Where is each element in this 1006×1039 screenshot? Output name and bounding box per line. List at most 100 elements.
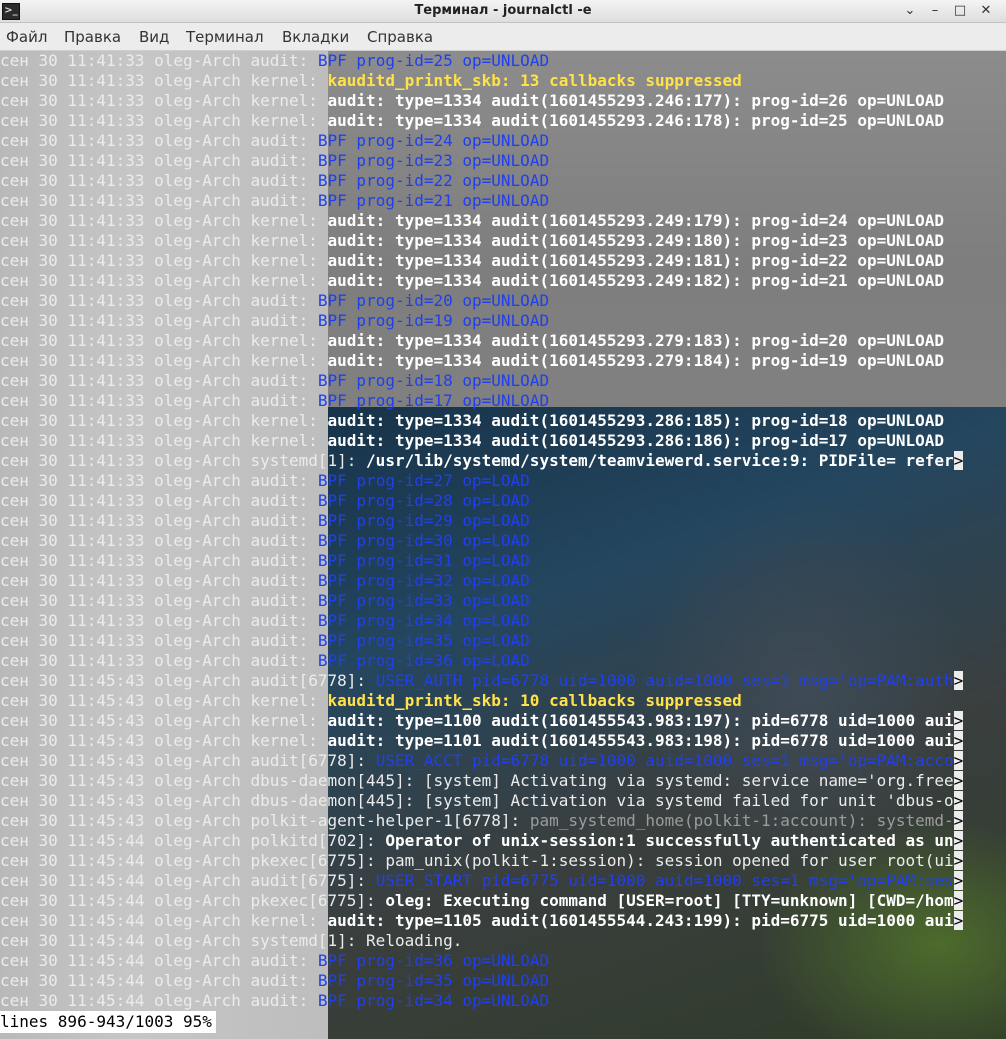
- log-line-message: audit: type=1105 audit(1601455544.243:19…: [327, 911, 954, 930]
- log-line-message: BPF prog-id=25 op=UNLOAD: [317, 51, 550, 70]
- log-line-prefix: сен 30 11:41:33 oleg-Arch kernel:: [0, 91, 328, 110]
- log-line-prefix: сен 30 11:41:33 oleg-Arch audit:: [0, 611, 318, 630]
- log-line-message: BPF prog-id=19 op=UNLOAD: [317, 311, 550, 330]
- terminal-view[interactable]: сен 30 11:41:33 oleg-Arch audit: BPF pro…: [0, 51, 1006, 1039]
- log-line-message: BPF prog-id=23 op=UNLOAD: [317, 151, 550, 170]
- log-line-prefix: сен 30 11:45:44 oleg-Arch audit[6775]:: [0, 871, 376, 890]
- log-line-prefix: сен 30 11:45:43 oleg-Arch kernel:: [0, 711, 328, 730]
- log-line-prefix: сен 30 11:41:33 oleg-Arch audit:: [0, 51, 318, 70]
- log-line-message: USER_START pid=6775 uid=1000 auid=1000 s…: [375, 871, 954, 890]
- line-truncated-marker: >: [953, 831, 964, 850]
- log-line-prefix: сен 30 11:45:43 oleg-Arch audit[6778]:: [0, 751, 376, 770]
- log-line-prefix: сен 30 11:41:33 oleg-Arch audit:: [0, 551, 318, 570]
- window-menu-icon[interactable]: ⌄: [900, 1, 920, 21]
- log-line: сен 30 11:41:33 oleg-Arch audit: BPF pro…: [0, 511, 1006, 531]
- log-line-prefix: сен 30 11:41:33 oleg-Arch audit:: [0, 511, 318, 530]
- log-line-prefix: сен 30 11:41:33 oleg-Arch audit:: [0, 311, 318, 330]
- log-line-prefix: сен 30 11:45:44 oleg-Arch polkitd[702]:: [0, 831, 386, 850]
- log-line: сен 30 11:45:44 oleg-Arch audit: BPF pro…: [0, 991, 1006, 1011]
- log-line: сен 30 11:45:43 oleg-Arch dbus-daemon[44…: [0, 791, 1006, 811]
- log-line: сен 30 11:41:33 oleg-Arch audit: BPF pro…: [0, 571, 1006, 591]
- log-line-prefix: сен 30 11:45:44 oleg-Arch systemd[1]:: [0, 931, 367, 950]
- log-line-message: audit: type=1100 audit(1601455543.983:19…: [327, 711, 954, 730]
- menu-edit[interactable]: Правка: [64, 28, 121, 46]
- log-line-message: audit: type=1334 audit(1601455293.249:17…: [327, 211, 945, 230]
- minimize-icon[interactable]: –: [925, 1, 945, 21]
- log-line-prefix: сен 30 11:41:33 oleg-Arch audit:: [0, 291, 318, 310]
- log-line-prefix: сен 30 11:41:33 oleg-Arch audit:: [0, 491, 318, 510]
- log-line-prefix: сен 30 11:41:33 oleg-Arch kernel:: [0, 411, 328, 430]
- menu-help[interactable]: Справка: [367, 28, 433, 46]
- menu-tabs[interactable]: Вкладки: [282, 28, 349, 46]
- close-icon[interactable]: ✕: [976, 1, 996, 21]
- menu-view[interactable]: Вид: [139, 28, 169, 46]
- log-line: сен 30 11:41:33 oleg-Arch kernel: audit:…: [0, 271, 1006, 291]
- log-line-prefix: сен 30 11:41:33 oleg-Arch audit:: [0, 391, 318, 410]
- log-line-message: BPF prog-id=36 op=UNLOAD: [317, 951, 550, 970]
- log-line: сен 30 11:41:33 oleg-Arch audit: BPF pro…: [0, 171, 1006, 191]
- log-line-message: BPF prog-id=24 op=UNLOAD: [317, 131, 550, 150]
- log-line-prefix: сен 30 11:41:33 oleg-Arch audit:: [0, 371, 318, 390]
- log-line-message: audit: type=1334 audit(1601455293.246:17…: [327, 91, 945, 110]
- log-line-message: audit: type=1334 audit(1601455293.279:18…: [327, 331, 945, 350]
- log-line-prefix: сен 30 11:41:33 oleg-Arch audit:: [0, 151, 318, 170]
- window-title-bar[interactable]: >_ Терминал - journalctl -e ⌄ – □ ✕: [0, 0, 1006, 23]
- line-truncated-marker: >: [953, 751, 964, 770]
- line-truncated-marker: >: [953, 871, 964, 890]
- menu-file[interactable]: Файл: [6, 28, 47, 46]
- log-line: сен 30 11:41:33 oleg-Arch kernel: audit:…: [0, 231, 1006, 251]
- log-line-message: BPF prog-id=33 op=LOAD: [317, 591, 530, 610]
- log-line: сен 30 11:45:44 oleg-Arch pkexec[6775]: …: [0, 891, 1006, 911]
- menu-terminal[interactable]: Терминал: [186, 28, 264, 46]
- log-line: сен 30 11:41:33 oleg-Arch kernel: audit:…: [0, 411, 1006, 431]
- log-line-message: BPF prog-id=30 op=LOAD: [317, 531, 530, 550]
- log-line: сен 30 11:45:43 oleg-Arch kernel: audit:…: [0, 731, 1006, 751]
- log-line: сен 30 11:41:33 oleg-Arch audit: BPF pro…: [0, 611, 1006, 631]
- log-line-message: audit: type=1101 audit(1601455543.983:19…: [327, 731, 954, 750]
- window-title: Терминал - journalctl -e: [414, 3, 592, 18]
- log-line-message: BPF prog-id=22 op=UNLOAD: [317, 171, 550, 190]
- log-line-prefix: сен 30 11:45:44 oleg-Arch audit:: [0, 951, 318, 970]
- pager-status-line[interactable]: lines 896-943/1003 95%: [0, 1011, 216, 1033]
- log-line: сен 30 11:41:33 oleg-Arch audit: BPF pro…: [0, 491, 1006, 511]
- log-line: сен 30 11:41:33 oleg-Arch kernel: audit:…: [0, 211, 1006, 231]
- log-line-message: /usr/lib/systemd/system/teamviewerd.serv…: [366, 451, 954, 470]
- log-line-message: oleg: Executing command [USER=root] [TTY…: [385, 891, 954, 910]
- log-line-message: BPF prog-id=21 op=UNLOAD: [317, 191, 550, 210]
- log-line-prefix: сен 30 11:41:33 oleg-Arch kernel:: [0, 231, 328, 250]
- log-line-message: audit: type=1334 audit(1601455293.286:18…: [327, 411, 945, 430]
- log-line-prefix: сен 30 11:41:33 oleg-Arch kernel:: [0, 351, 328, 370]
- log-line-message: Operator of unix-session:1 successfully …: [385, 831, 954, 850]
- log-line-prefix: сен 30 11:41:33 oleg-Arch audit:: [0, 191, 318, 210]
- log-line-message: BPF prog-id=29 op=LOAD: [317, 511, 530, 530]
- log-line-prefix: сен 30 11:41:33 oleg-Arch audit:: [0, 131, 318, 150]
- log-line-message: USER_AUTH pid=6778 uid=1000 auid=1000 se…: [375, 671, 954, 690]
- log-line-prefix: сен 30 11:41:33 oleg-Arch audit:: [0, 471, 318, 490]
- log-line-prefix: сен 30 11:45:44 oleg-Arch pkexec[6775]:: [0, 891, 386, 910]
- line-truncated-marker: >: [953, 911, 964, 930]
- log-line-message: audit: type=1334 audit(1601455293.286:18…: [327, 431, 945, 450]
- log-line-prefix: сен 30 11:41:33 oleg-Arch audit:: [0, 631, 318, 650]
- log-line-prefix: сен 30 11:41:33 oleg-Arch kernel:: [0, 431, 328, 450]
- line-truncated-marker: >: [953, 791, 964, 810]
- log-line: сен 30 11:45:44 oleg-Arch audit: BPF pro…: [0, 971, 1006, 991]
- log-line: сен 30 11:41:33 oleg-Arch audit: BPF pro…: [0, 391, 1006, 411]
- log-line: сен 30 11:41:33 oleg-Arch kernel: audit:…: [0, 91, 1006, 111]
- log-line: сен 30 11:45:43 oleg-Arch dbus-daemon[44…: [0, 771, 1006, 791]
- log-line: сен 30 11:41:33 oleg-Arch audit: BPF pro…: [0, 471, 1006, 491]
- log-line-prefix: сен 30 11:45:44 oleg-Arch pkexec[6775]:: [0, 851, 386, 870]
- log-line: сен 30 11:41:33 oleg-Arch audit: BPF pro…: [0, 131, 1006, 151]
- line-truncated-marker: >: [953, 891, 964, 910]
- log-line-prefix: сен 30 11:41:33 oleg-Arch audit:: [0, 171, 318, 190]
- log-line-message: BPF prog-id=34 op=LOAD: [317, 611, 530, 630]
- line-truncated-marker: >: [953, 671, 964, 690]
- log-line-prefix: сен 30 11:41:33 oleg-Arch audit:: [0, 571, 318, 590]
- line-truncated-marker: >: [953, 811, 964, 830]
- log-line: сен 30 11:41:33 oleg-Arch kernel: audit:…: [0, 111, 1006, 131]
- log-line-prefix: сен 30 11:41:33 oleg-Arch audit:: [0, 591, 318, 610]
- log-line: сен 30 11:41:33 oleg-Arch kernel: audit:…: [0, 251, 1006, 271]
- maximize-icon[interactable]: □: [950, 1, 970, 21]
- log-line: сен 30 11:41:33 oleg-Arch audit: BPF pro…: [0, 311, 1006, 331]
- log-line-message: BPF prog-id=27 op=LOAD: [317, 471, 530, 490]
- log-line: сен 30 11:45:43 oleg-Arch polkit-agent-h…: [0, 811, 1006, 831]
